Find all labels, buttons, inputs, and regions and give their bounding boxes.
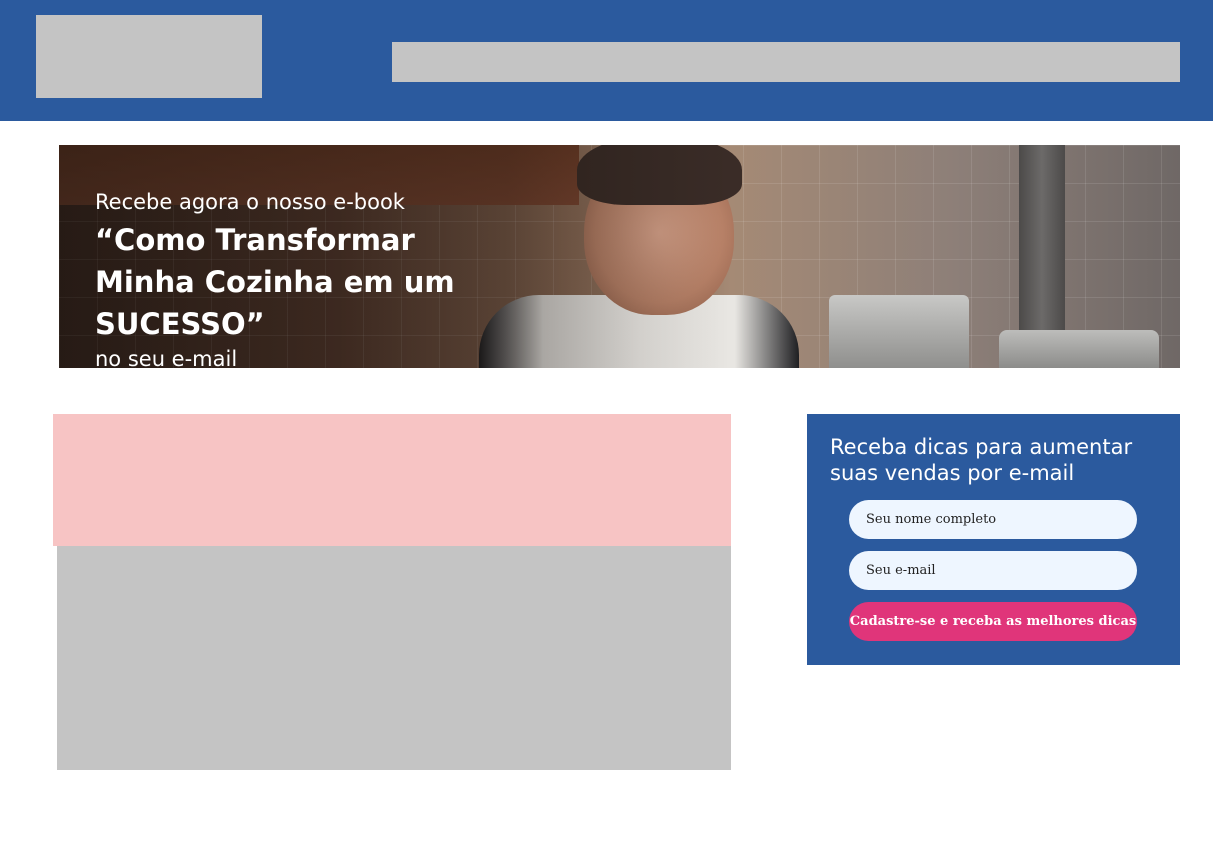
hero-banner: Recebe agora o nosso e-book “Como Transf… [59, 145, 1180, 368]
logo-placeholder[interactable] [36, 15, 262, 98]
hero-intro-text: Recebe agora o nosso e-book [95, 190, 405, 214]
email-input[interactable] [849, 551, 1137, 590]
newsletter-signup: Receba dicas para aumentar suas vendas p… [807, 414, 1180, 665]
signup-submit-button[interactable]: Cadastre-se e receba as melhores dicas [849, 602, 1137, 641]
hero-outro-text: no seu e-mail [95, 347, 238, 368]
content-placeholder-gray [57, 546, 731, 770]
nav-placeholder[interactable] [392, 42, 1180, 82]
content-placeholder-pink [53, 414, 731, 546]
hero-ebook-title: “Como Transformar Minha Cozinha em um SU… [95, 223, 455, 341]
site-header [0, 0, 1213, 121]
hero-text: Recebe agora o nosso e-book “Como Transf… [95, 187, 515, 368]
name-input[interactable] [849, 500, 1137, 539]
signup-title: Receba dicas para aumentar suas vendas p… [830, 435, 1133, 485]
